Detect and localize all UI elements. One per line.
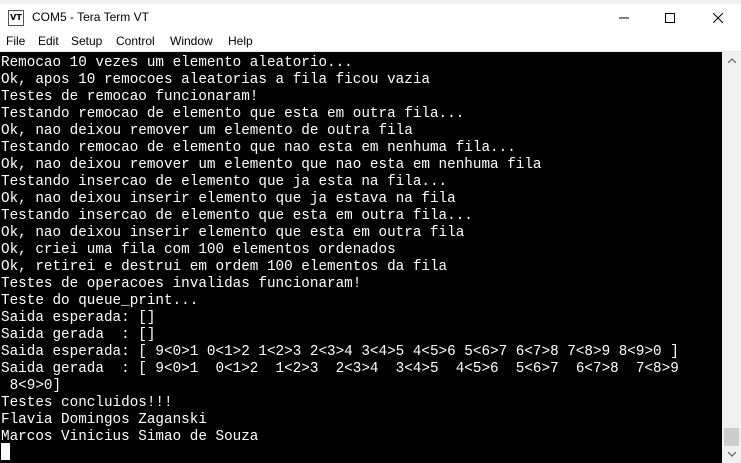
menu-window[interactable]: Window	[170, 34, 213, 48]
vertical-scrollbar[interactable]	[722, 52, 741, 463]
terminal-line: Ok, nao deixou inserir elemento que esta…	[1, 225, 465, 241]
terminal-line: Ok, nao deixou remover um elemento de ou…	[1, 123, 413, 139]
terminal-line: Testando remocao de elemento que esta em…	[1, 106, 465, 122]
terminal-cursor	[1, 443, 10, 460]
terminal-line: Ok, nao deixou inserir elemento que ja e…	[1, 191, 456, 207]
minimize-button[interactable]	[601, 4, 647, 31]
menu-bar: File Edit Setup Control Window Help	[0, 31, 741, 52]
terminal-screen[interactable]: Remocao 10 vezes um elemento aleatorio..…	[0, 52, 722, 463]
scroll-down-button[interactable]	[722, 446, 741, 463]
terminal-line: Ok, criei uma fila com 100 elementos ord…	[1, 242, 396, 258]
terminal-line: Testes concluidos!!!	[1, 395, 173, 411]
maximize-icon	[665, 12, 675, 23]
maximize-button[interactable]	[647, 4, 693, 31]
chevron-up-icon	[727, 58, 736, 63]
terminal-line: Testando remocao de elemento que nao est…	[1, 140, 516, 156]
minimize-icon	[619, 17, 629, 18]
teraterm-app-icon[interactable]: VT	[8, 10, 24, 26]
terminal-line: Saida gerada : [ 9<0>1 0<1>2 1<2>3 2<3>4…	[1, 361, 679, 377]
terminal-line: Testes de operacoes invalidas funcionara…	[1, 276, 362, 292]
window-title: COM5 - Tera Term VT	[32, 10, 149, 24]
terminal-line: Ok, nao deixou remover um elemento que n…	[1, 157, 542, 173]
menu-edit[interactable]: Edit	[38, 34, 59, 48]
menu-help[interactable]: Help	[228, 34, 253, 48]
terminal-line: Ok, apos 10 remocoes aleatorias a fila f…	[1, 72, 430, 88]
chevron-down-icon	[727, 452, 736, 457]
menu-control[interactable]: Control	[116, 34, 155, 48]
terminal-line: Testando insercao de elemento que esta e…	[1, 208, 473, 224]
scrollbar-thumb[interactable]	[724, 428, 739, 446]
menu-file[interactable]: File	[6, 34, 25, 48]
terminal-line: Saida gerada : []	[1, 327, 156, 343]
terminal-line: Testes de remocao funcionaram!	[1, 89, 259, 105]
scroll-up-button[interactable]	[722, 52, 741, 69]
terminal-line: Saida esperada: [ 9<0>1 0<1>2 1<2>3 2<3>…	[1, 344, 679, 360]
terminal-line: Saida esperada: []	[1, 310, 156, 326]
close-icon	[713, 12, 723, 23]
close-button[interactable]	[695, 4, 741, 31]
menu-setup[interactable]: Setup	[71, 34, 102, 48]
terminal-line: Ok, retirei e destrui em ordem 100 eleme…	[1, 259, 448, 275]
terminal-line: Flavia Domingos Zaganski	[1, 412, 207, 428]
terminal-line: Testando insercao de elemento que ja est…	[1, 174, 448, 190]
terminal-line: Remocao 10 vezes um elemento aleatorio..…	[1, 55, 353, 71]
terminal-line: 8<9>0]	[1, 378, 62, 394]
terminal-line: Marcos Vinicius Simao de Souza	[1, 429, 259, 445]
title-bar[interactable]: VT COM5 - Tera Term VT	[0, 4, 741, 31]
terminal-line: Teste do queue_print...	[1, 293, 199, 309]
